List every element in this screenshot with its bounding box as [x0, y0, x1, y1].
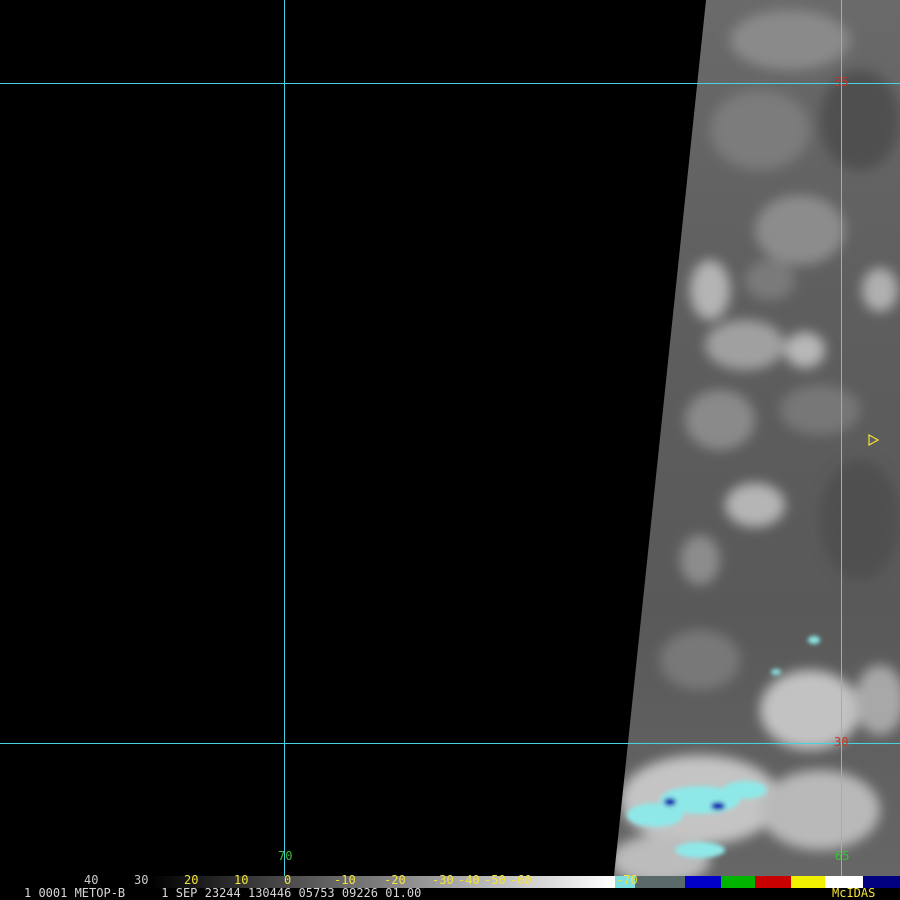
- longitude-label-65: 65: [835, 849, 850, 863]
- colorbar-tick: -60: [510, 873, 532, 887]
- software-label: McIDAS: [832, 886, 876, 900]
- latitude-label-30: 30: [834, 735, 849, 749]
- colorbar-tick: 10: [234, 873, 249, 887]
- colorbar-tick: -40: [458, 873, 480, 887]
- triangle-marker-icon: [868, 434, 880, 446]
- colorbar-tick: 40: [84, 873, 99, 887]
- imagery-swath: [0, 0, 900, 876]
- colorbar-tick: 0: [284, 873, 292, 887]
- colorbar-tick: 20: [184, 873, 199, 887]
- colorbar-tick: 30: [134, 873, 149, 887]
- colorbar-tick: -30: [432, 873, 454, 887]
- latitude-label-35: 35: [834, 75, 849, 89]
- longitude-label-70: 70: [278, 849, 293, 863]
- colorbar-tick: -50: [484, 873, 506, 887]
- colorbar-tick: -20: [384, 873, 406, 887]
- colorbar-tick: -70: [616, 873, 638, 887]
- colorbar-tick: -10: [334, 873, 356, 887]
- satellite-image: 35 30 70 65 40 30 20 10 0 -10 -20 -30 -4…: [0, 0, 900, 900]
- image-info-line: 1 0001 METOP-B 1 SEP 23244 130446 05753 …: [24, 886, 422, 900]
